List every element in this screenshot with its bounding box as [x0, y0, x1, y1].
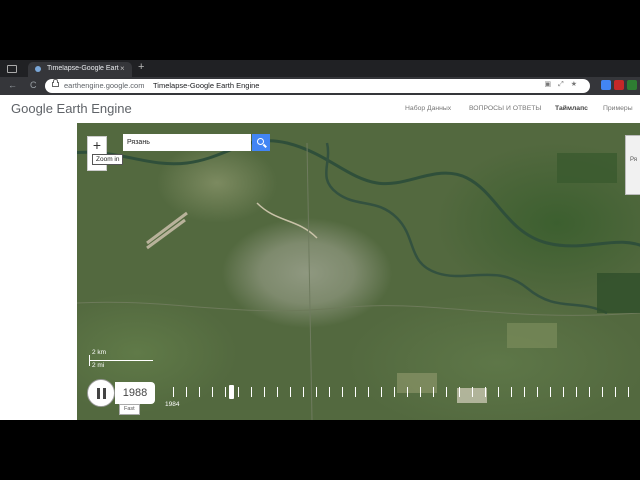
location-preview-panel[interactable]: Ря: [625, 135, 640, 195]
start-year-label: 1984: [165, 401, 180, 408]
timeline-tick: [394, 387, 395, 397]
timeline-tick: [264, 387, 265, 397]
timeline-tick: [407, 387, 408, 397]
timeline-tick: [316, 387, 317, 397]
timeline-tick: [537, 387, 538, 397]
timeline-tick: [524, 387, 525, 397]
timeline-tick: [433, 387, 434, 397]
scale-km: 2 km: [92, 349, 107, 356]
zoom-in-button[interactable]: +: [87, 136, 107, 156]
google-earth-engine-logo[interactable]: Google Earth Engine: [11, 101, 132, 116]
browser-tab[interactable]: Timelapse-Google Earth ×: [28, 62, 132, 77]
browser-window: Timelapse-Google Earth × + ← C earthengi…: [0, 60, 640, 420]
extension-icon[interactable]: [627, 80, 637, 90]
nav-timelapse[interactable]: Таймлапс: [555, 105, 588, 112]
nav-faq[interactable]: ВОПРОСЫ И ОТВЕТЫ: [469, 105, 541, 112]
timeline-tick: [472, 387, 473, 397]
timeline-tick: [173, 387, 174, 397]
satellite-map[interactable]: + Zoom in Ря 2 km 2 mi 1988 Fast 1984: [77, 123, 640, 420]
address-bar[interactable]: earthengine.google.com Timelapse-Google …: [45, 79, 590, 93]
pause-button[interactable]: [87, 379, 115, 407]
timeline-tick: [186, 387, 187, 397]
timeline-tick: [355, 387, 356, 397]
timeline-tick: [485, 387, 486, 397]
scale-bar: [89, 360, 153, 361]
nav-examples[interactable]: Примеры: [603, 105, 633, 112]
new-tab-button[interactable]: +: [138, 61, 144, 73]
browser-toolbar: ← C earthengine.google.com Timelapse-Goo…: [0, 77, 640, 95]
timeline-tick: [212, 387, 213, 397]
scale-bar-tick: [89, 355, 90, 366]
tab-title: Timelapse-Google Earth: [47, 65, 119, 72]
timeline-tick: [446, 387, 447, 397]
timeline-tick: [277, 387, 278, 397]
preview-label: Ря: [630, 157, 638, 163]
scale-mi: 2 mi: [92, 362, 105, 369]
timeline-tick: [563, 387, 564, 397]
extension-icon[interactable]: [614, 80, 624, 90]
timeline-tick: [381, 387, 382, 397]
search-button[interactable]: [252, 134, 270, 151]
timeline-tick: [199, 387, 200, 397]
timeline-tick: [615, 387, 616, 397]
pause-icon: [97, 388, 100, 399]
timeline-tick: [290, 387, 291, 397]
timeline-tick: [602, 387, 603, 397]
timeline-tick: [368, 387, 369, 397]
timeline-tick: [251, 387, 252, 397]
location-search-input[interactable]: [123, 134, 251, 151]
back-button[interactable]: ←: [8, 80, 17, 90]
window-menu-icon[interactable]: [7, 65, 17, 73]
timeline-tick: [329, 387, 330, 397]
timeline-tick: [550, 387, 551, 397]
timeline-tick: [498, 387, 499, 397]
timeline-tick: [459, 387, 460, 397]
timeline-tick: [303, 387, 304, 397]
page-title: Timelapse-Google Earth Engine: [153, 81, 260, 90]
timeline-slider-handle[interactable]: [228, 385, 234, 399]
omnibox-action-icons[interactable]: ▣⤢★: [545, 80, 585, 89]
globe-icon: [35, 66, 41, 72]
timeline-tick: [576, 387, 577, 397]
timeline-tick: [342, 387, 343, 397]
current-year: 1988: [115, 382, 155, 404]
speed-toggle[interactable]: Fast: [119, 404, 140, 415]
timeline-tick: [628, 387, 629, 397]
tab-close-icon[interactable]: ×: [120, 64, 125, 73]
lock-icon[interactable]: [52, 79, 59, 87]
timelapse-controls: 1988 Fast 1984: [77, 373, 640, 415]
timeline-tick: [511, 387, 512, 397]
timeline-tick: [225, 387, 226, 397]
zoom-in-tooltip: Zoom in: [92, 154, 124, 165]
tab-strip: Timelapse-Google Earth × +: [0, 60, 640, 77]
timeline-tick: [238, 387, 239, 397]
timeline-tick: [589, 387, 590, 397]
timeline-tick: [420, 387, 421, 397]
reload-button[interactable]: C: [30, 80, 37, 90]
site-header: Google Earth Engine Набор Данных ВОПРОСЫ…: [0, 95, 640, 122]
url-text: earthengine.google.com: [64, 81, 145, 90]
extension-icon[interactable]: [601, 80, 611, 90]
nav-datasets[interactable]: Набор Данных: [405, 105, 451, 112]
